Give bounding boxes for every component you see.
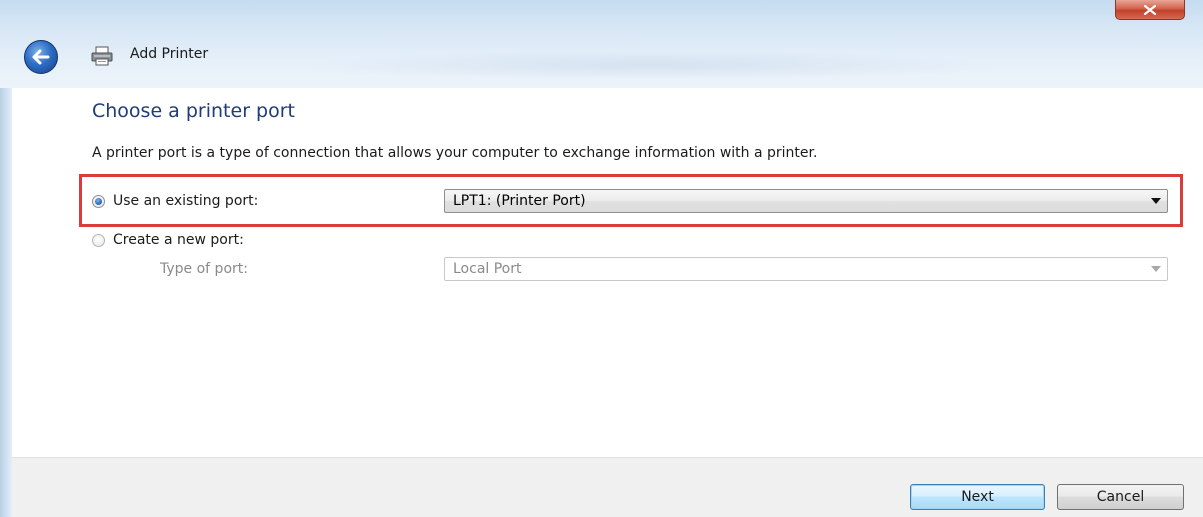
create-new-port-label: Create a new port:: [113, 232, 244, 248]
existing-port-value: LPT1: (Printer Port): [453, 193, 586, 209]
chevron-down-icon: [1145, 198, 1167, 204]
create-new-port-option[interactable]: Create a new port:: [92, 232, 244, 248]
back-button[interactable]: [24, 40, 58, 74]
type-of-port-label: Type of port:: [160, 261, 248, 277]
chevron-down-icon: [1145, 266, 1167, 272]
create-new-port-radio[interactable]: [92, 233, 105, 247]
close-icon: [1143, 4, 1157, 15]
window-title-bar: Add Printer: [0, 0, 1203, 88]
wizard-content: Choose a printer port A printer port is …: [12, 88, 1203, 457]
type-of-port-value: Local Port: [453, 261, 522, 277]
cancel-button[interactable]: Cancel: [1057, 484, 1184, 510]
page-title: Choose a printer port: [92, 100, 295, 122]
add-printer-window: Add Printer Choose a printer port A prin…: [0, 0, 1203, 517]
use-existing-port-option[interactable]: Use an existing port:: [92, 193, 258, 209]
page-description: A printer port is a type of connection t…: [92, 145, 818, 161]
wizard-footer: Next Cancel: [12, 457, 1203, 517]
window-title: Add Printer: [130, 46, 209, 62]
title-bar-glass: [300, 50, 1000, 80]
type-of-port-dropdown[interactable]: Local Port: [444, 257, 1168, 281]
back-arrow-icon: [32, 49, 50, 65]
use-existing-port-label: Use an existing port:: [113, 193, 259, 209]
use-existing-port-radio[interactable]: [92, 194, 105, 208]
existing-port-dropdown[interactable]: LPT1: (Printer Port): [444, 189, 1168, 213]
close-button[interactable]: [1115, 0, 1185, 20]
printer-icon: [91, 46, 113, 66]
window-left-frame: [0, 88, 12, 517]
next-button[interactable]: Next: [910, 484, 1045, 510]
